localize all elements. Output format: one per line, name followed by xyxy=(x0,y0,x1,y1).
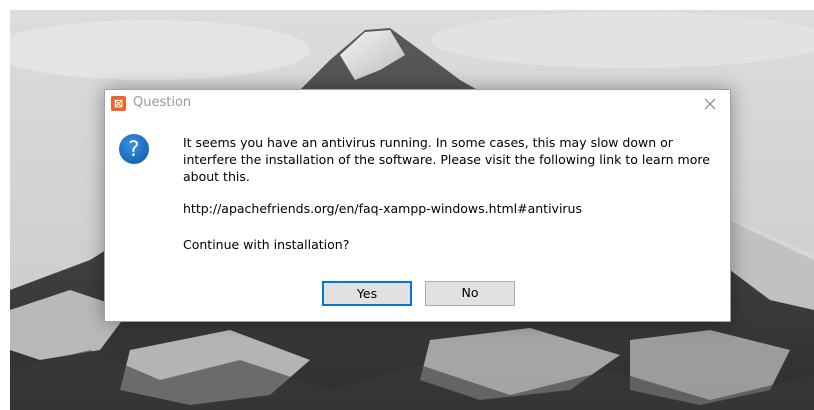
yes-button[interactable]: Yes xyxy=(322,281,412,306)
question-dialog: ⊠ Question ? It seems you have an antivi… xyxy=(104,89,731,322)
xampp-app-icon: ⊠ xyxy=(111,96,126,111)
dialog-message: It seems you have an antivirus running. … xyxy=(183,135,710,184)
close-button[interactable] xyxy=(700,94,720,114)
close-icon xyxy=(704,98,716,110)
antivirus-faq-link: http://apachefriends.org/en/faq-xampp-wi… xyxy=(183,201,582,216)
no-button[interactable]: No xyxy=(425,281,515,306)
dialog-titlebar[interactable]: ⊠ Question xyxy=(105,90,730,118)
dialog-prompt: Continue with installation? xyxy=(183,237,350,252)
dialog-content: It seems you have an antivirus running. … xyxy=(183,134,713,253)
dialog-title: Question xyxy=(133,95,192,110)
question-icon: ? xyxy=(119,134,149,164)
